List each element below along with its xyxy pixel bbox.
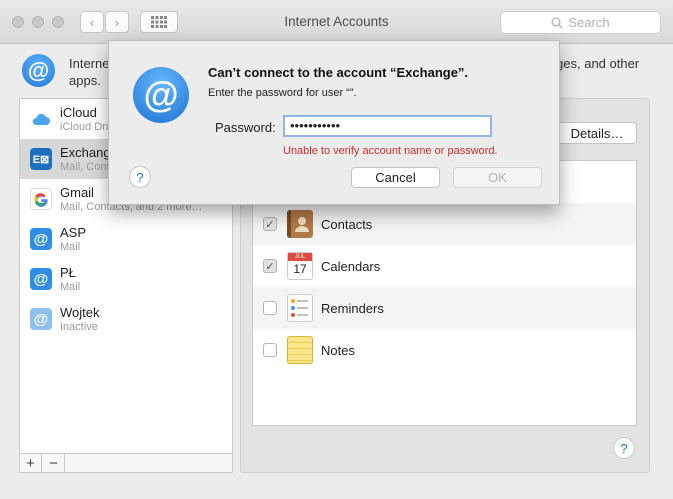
remove-account-button[interactable]: − xyxy=(43,454,65,472)
add-account-button[interactable]: + xyxy=(20,454,42,472)
account-item-asp[interactable]: @ ASP Mail xyxy=(20,219,232,259)
password-label: Password: xyxy=(215,120,276,135)
account-subtitle: Mail xyxy=(60,281,81,293)
at-sign-icon: @ xyxy=(30,268,52,290)
at-sign-icon: @ xyxy=(30,308,52,330)
calendar-icon: JUL 17 xyxy=(287,252,313,280)
search-input[interactable]: Search xyxy=(500,11,661,34)
help-button[interactable]: ? xyxy=(613,437,635,459)
exchange-icon: E⊠ xyxy=(30,148,52,170)
dialog-subtitle: Enter the password for user “”. xyxy=(208,87,357,99)
notes-checkbox[interactable] xyxy=(263,343,277,357)
contacts-checkbox[interactable]: ✓ xyxy=(263,217,277,231)
title-bar: ‹ › Internet Accounts Search xyxy=(0,0,673,44)
notes-icon xyxy=(287,336,313,364)
at-sign-icon: @ xyxy=(30,228,52,250)
calendars-checkbox[interactable]: ✓ xyxy=(263,259,277,273)
contacts-icon xyxy=(287,210,313,238)
dialog-title: Can’t connect to the account “Exchange”. xyxy=(208,65,469,80)
service-label: Notes xyxy=(321,342,355,358)
cancel-button[interactable]: Cancel xyxy=(351,167,440,188)
service-label: Reminders xyxy=(321,300,384,316)
icloud-icon xyxy=(30,108,52,130)
service-row-notes[interactable]: Notes xyxy=(253,329,636,371)
password-dialog: @ Can’t connect to the account “Exchange… xyxy=(108,40,560,205)
account-subtitle: Inactive xyxy=(60,321,98,333)
sidebar-footer: + − xyxy=(20,453,232,472)
account-name: Wojtek xyxy=(60,305,100,320)
account-name: Gmail xyxy=(60,185,94,200)
error-message: Unable to verify account name or passwor… xyxy=(283,145,498,157)
calendar-day: 17 xyxy=(293,262,307,276)
calendar-month: JUL xyxy=(288,253,312,261)
account-name: ASP xyxy=(60,225,87,240)
account-item-wojtek[interactable]: @ Wojtek Inactive xyxy=(20,299,232,339)
at-sign-icon: @ xyxy=(133,67,189,123)
password-field[interactable]: ••••••••••• xyxy=(283,115,492,137)
account-subtitle: Mail xyxy=(60,241,81,253)
search-icon xyxy=(551,17,563,28)
account-name: iCloud xyxy=(60,105,97,120)
service-label: Contacts xyxy=(321,216,373,232)
service-row-contacts[interactable]: ✓ Contacts xyxy=(253,203,636,245)
ok-button[interactable]: OK xyxy=(453,167,542,188)
details-button[interactable]: Details… xyxy=(557,122,637,144)
at-sign-icon: @ xyxy=(22,54,55,87)
dialog-help-button[interactable]: ? xyxy=(129,166,151,188)
service-row-calendars[interactable]: ✓ JUL 17 Calendars xyxy=(253,245,636,287)
reminders-icon xyxy=(287,294,313,322)
account-name: PŁ xyxy=(60,265,76,280)
service-label: Calendars xyxy=(321,258,381,274)
search-placeholder: Search xyxy=(568,15,610,30)
reminders-checkbox[interactable] xyxy=(263,301,277,315)
google-icon xyxy=(30,188,52,210)
account-item-pl[interactable]: @ PŁ Mail xyxy=(20,259,232,299)
service-row-reminders[interactable]: Reminders xyxy=(253,287,636,329)
